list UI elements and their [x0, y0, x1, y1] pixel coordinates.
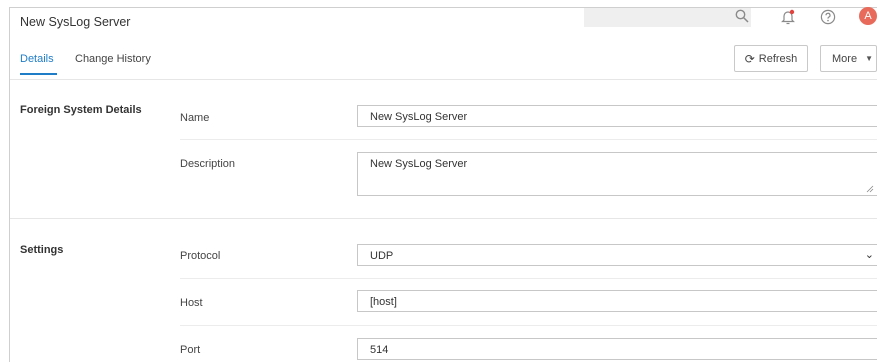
- description-field[interactable]: New SysLog Server: [357, 152, 877, 196]
- refresh-icon: ⟳: [744, 51, 755, 66]
- port-label: Port: [180, 344, 201, 356]
- notification-bell-icon[interactable]: [781, 9, 795, 25]
- search-icon[interactable]: [735, 9, 749, 23]
- user-avatar[interactable]: A: [859, 7, 877, 25]
- protocol-label: Protocol: [180, 250, 221, 262]
- window-left-border: [9, 7, 10, 362]
- more-button-label: More: [832, 52, 858, 65]
- port-field[interactable]: 514: [357, 338, 877, 360]
- section-divider: [10, 218, 877, 219]
- notification-dot: [789, 9, 795, 15]
- name-label: Name: [180, 112, 210, 124]
- refresh-button[interactable]: ⟳ Refresh: [734, 45, 808, 72]
- help-icon[interactable]: [820, 9, 836, 25]
- active-tab-indicator: [20, 73, 57, 75]
- protocol-select[interactable]: UDP ⌄: [357, 244, 877, 266]
- chevron-down-icon: ⌄: [864, 249, 874, 261]
- caret-down-icon: ▼: [865, 54, 873, 63]
- tab-details[interactable]: Details: [20, 53, 54, 65]
- name-field[interactable]: New SysLog Server: [357, 105, 877, 127]
- row-divider: [180, 278, 877, 279]
- page-title: New SysLog Server: [20, 15, 131, 29]
- refresh-button-label: Refresh: [758, 52, 798, 65]
- section-title-settings: Settings: [20, 244, 64, 256]
- host-label: Host: [180, 297, 203, 309]
- tabs-divider: [10, 79, 877, 80]
- tab-change-history[interactable]: Change History: [75, 53, 151, 65]
- more-button[interactable]: More ▼: [820, 45, 877, 72]
- description-text: New SysLog Server: [370, 158, 468, 170]
- row-divider: [180, 325, 877, 326]
- protocol-selected-value: UDP: [370, 250, 394, 262]
- description-label: Description: [180, 158, 236, 170]
- host-field[interactable]: [host]: [357, 290, 877, 312]
- search-input[interactable]: [584, 8, 751, 27]
- section-title-foreign-system-details: Foreign System Details: [20, 104, 142, 116]
- row-divider: [180, 139, 877, 140]
- resize-handle-icon[interactable]: [866, 185, 874, 193]
